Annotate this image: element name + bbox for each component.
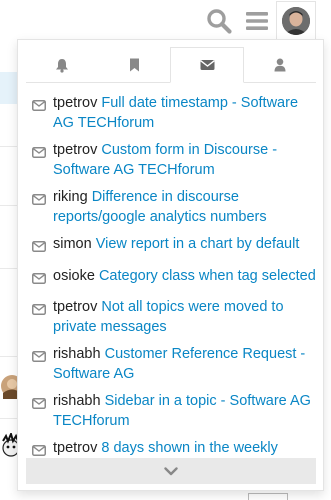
tab-profile[interactable] [244,47,316,83]
notification-item[interactable]: tpetrov Not all topics were moved to pri… [32,298,317,337]
page: tpetrov Full date timestamp - Software A… [0,0,331,500]
envelope-outline-icon [32,267,53,291]
show-more-button[interactable] [26,458,316,484]
user-avatar-button[interactable] [276,1,316,39]
notification-item[interactable]: simon View report in a chart by default [32,235,317,259]
notification-username: rishabh [53,393,101,409]
hamburger-icon[interactable] [243,6,271,36]
envelope-outline-icon [32,141,53,165]
panel-tabs [26,46,316,83]
notification-text: rishabh Sidebar in a topic - Software AG… [53,392,317,431]
notification-item[interactable]: rishabh Sidebar in a topic - Software AG… [32,392,317,431]
envelope-outline-icon [32,235,53,259]
user-icon [274,58,286,72]
notification-username: tpetrov [53,142,98,158]
envelope-outline-icon [32,188,53,212]
notification-username: rishabh [53,346,101,362]
envelope-outline-icon [32,298,53,322]
envelope-outline-icon [32,94,53,118]
envelope-icon [199,60,215,70]
notification-username: riking [53,189,88,205]
notification-text: rishabh Customer Reference Request - Sof… [53,345,317,384]
notification-item[interactable]: tpetrov Full date timestamp - Software A… [32,94,317,133]
search-icon[interactable] [204,6,234,36]
notifications-panel: tpetrov Full date timestamp - Software A… [17,39,324,491]
notification-text: tpetrov Full date timestamp - Software A… [53,94,317,133]
notification-topic-link[interactable]: View report in a chart by default [96,236,300,252]
notification-username: tpetrov [53,95,98,111]
notification-username: tpetrov [53,440,98,456]
bookmark-icon [129,58,139,72]
notification-item[interactable]: osioke Category class when tag selected [32,267,317,291]
envelope-outline-icon [32,345,53,369]
bell-icon [56,58,68,73]
notification-text: riking Difference in discourse reports/g… [53,188,317,227]
notification-text: tpetrov Not all topics were moved to pri… [53,298,317,337]
notification-item[interactable]: riking Difference in discourse reports/g… [32,188,317,227]
notification-list: tpetrov Full date timestamp - Software A… [32,94,317,486]
tab-notifications[interactable] [26,47,98,83]
notification-username: osioke [53,267,95,284]
notification-text: simon View report in a chart by default [53,235,299,255]
notification-topic-link[interactable]: Category class when tag selected [99,268,316,284]
notification-username: tpetrov [53,299,98,315]
chevron-down-icon [164,466,178,475]
notification-item[interactable]: tpetrov Custom form in Discourse - Softw… [32,141,317,180]
tab-messages[interactable] [170,47,244,83]
envelope-outline-icon [32,392,53,416]
notification-item[interactable]: rishabh Customer Reference Request - Sof… [32,345,317,384]
tab-bookmarks[interactable] [98,47,170,83]
background-element [248,493,288,500]
notification-username: simon [53,236,92,252]
notification-text: osioke Category class when tag selected [53,267,316,287]
user-avatar [282,6,310,35]
notification-text: tpetrov Custom form in Discourse - Softw… [53,141,317,180]
